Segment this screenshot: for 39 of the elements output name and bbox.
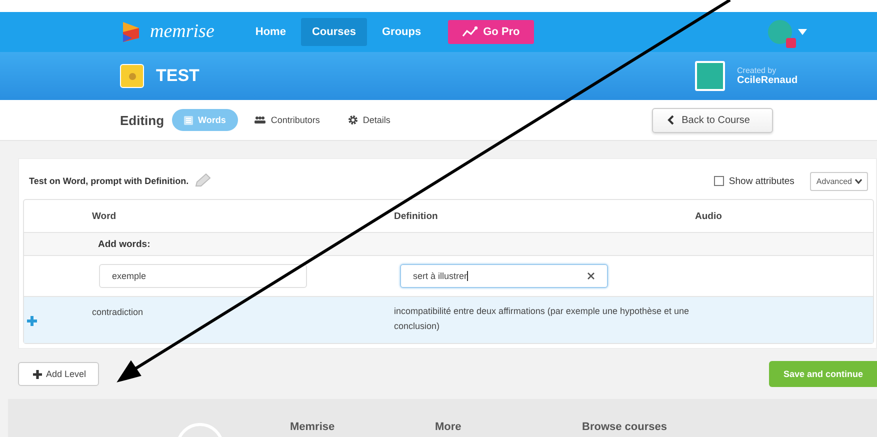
add-level-button[interactable]: Add Level — [18, 362, 100, 386]
people-icon — [254, 116, 266, 124]
footer-heading: Browse courses — [582, 421, 667, 433]
plus-icon[interactable] — [27, 316, 37, 326]
word-cell-text: contradiction — [92, 307, 144, 317]
editing-label: Editing — [120, 112, 164, 128]
editing-tab[interactable]: Contributors — [242, 109, 332, 131]
list-icon — [184, 116, 194, 124]
nav-link[interactable]: Courses — [300, 18, 367, 46]
footer-heading: Memrise — [290, 421, 336, 433]
footer-heading: More — [435, 421, 462, 433]
clear-icon[interactable] — [587, 272, 595, 280]
course-title: TEST — [156, 66, 200, 86]
checkbox[interactable] — [714, 176, 724, 186]
show-attributes-checkbox[interactable]: Show attributes — [714, 176, 794, 186]
created-by-label: Created by — [737, 66, 778, 75]
chart-line-icon — [462, 26, 478, 38]
back-to-course-button[interactable]: Back to Course — [652, 108, 773, 132]
input-field[interactable]: sert à illustrer — [400, 264, 608, 288]
column-header: Definition — [394, 210, 439, 222]
input-field[interactable]: exemple — [99, 264, 307, 288]
plus-icon — [33, 370, 42, 378]
definition-cell-text: incompatibilité entre deux affirmations (par exemple une hypothèse et une conclusion) — [394, 305, 690, 333]
column-header: Audio — [695, 210, 722, 222]
go-pro-button[interactable]: Go Pro — [448, 20, 534, 44]
test-setting-text: Test on Word, prompt with Definition. — [29, 176, 189, 186]
chevron-left-icon — [666, 115, 674, 125]
chevron-down-icon — [855, 178, 862, 184]
pencil-icon[interactable] — [192, 173, 213, 189]
logo-icon — [120, 20, 142, 44]
creator-thumbnail — [695, 61, 725, 91]
editing-tab[interactable]: Details — [336, 109, 402, 131]
advanced-dropdown[interactable]: Advanced — [810, 172, 868, 190]
word-row[interactable]: contradiction incompatibilité entre deux affirmations (par exemple une hypothèse et une conclusion) — [24, 297, 873, 343]
caret-icon[interactable] — [798, 29, 807, 35]
column-header: Word — [92, 210, 118, 222]
gear-icon — [348, 115, 358, 125]
add-words-label: Add words: — [98, 238, 150, 250]
course-icon — [120, 64, 144, 88]
